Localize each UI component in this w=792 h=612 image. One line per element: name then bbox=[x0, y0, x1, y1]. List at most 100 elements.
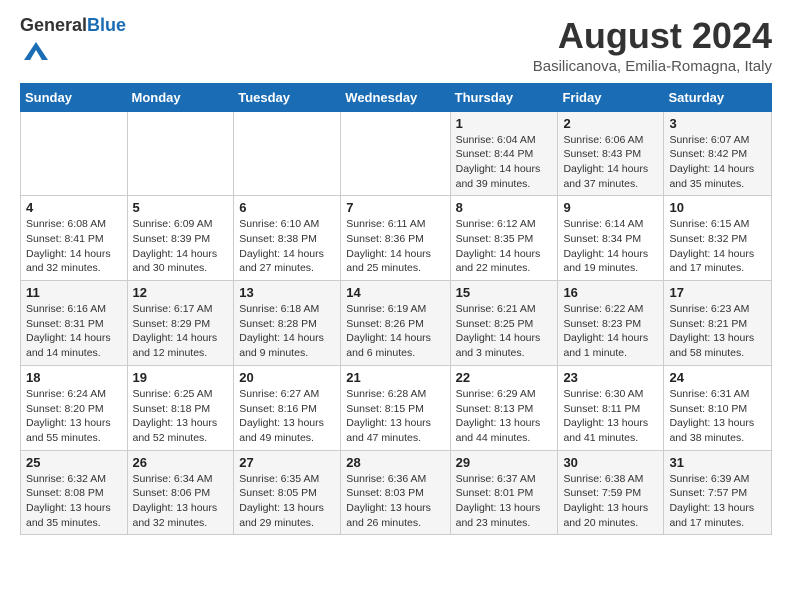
day-info: Sunrise: 6:14 AMSunset: 8:34 PMDaylight:… bbox=[563, 217, 658, 276]
day-info: Sunrise: 6:09 AMSunset: 8:39 PMDaylight:… bbox=[133, 217, 229, 276]
day-info: Sunrise: 6:21 AMSunset: 8:25 PMDaylight:… bbox=[456, 302, 553, 361]
table-row bbox=[127, 111, 234, 196]
table-row: 25 Sunrise: 6:32 AMSunset: 8:08 PMDayligh… bbox=[21, 450, 128, 535]
table-row: 9 Sunrise: 6:14 AMSunset: 8:34 PMDaylight… bbox=[558, 196, 664, 281]
table-row: 2Sunrise: 6:06 AMSunset: 8:43 PMDaylight… bbox=[558, 111, 664, 196]
header: GeneralBlue August 2024 Basilicanova, Em… bbox=[20, 16, 772, 75]
table-row: 1Sunrise: 6:04 AMSunset: 8:44 PMDaylight… bbox=[450, 111, 558, 196]
day-number: 5 bbox=[133, 200, 229, 215]
day-info: Sunrise: 6:37 AMSunset: 8:01 PMDaylight:… bbox=[456, 472, 553, 531]
col-thursday: Thursday bbox=[450, 83, 558, 111]
day-info: Sunrise: 6:35 AMSunset: 8:05 PMDaylight:… bbox=[239, 472, 335, 531]
table-row: 30 Sunrise: 6:38 AMSunset: 7:59 PMDayligh… bbox=[558, 450, 664, 535]
table-row: 24 Sunrise: 6:31 AMSunset: 8:10 PMDayligh… bbox=[664, 365, 772, 450]
day-info: Sunrise: 6:07 AMSunset: 8:42 PMDaylight:… bbox=[669, 133, 766, 192]
calendar-week-2: 4 Sunrise: 6:08 AMSunset: 8:41 PMDaylight… bbox=[21, 196, 772, 281]
day-info: Sunrise: 6:28 AMSunset: 8:15 PMDaylight:… bbox=[346, 387, 444, 446]
col-monday: Monday bbox=[127, 83, 234, 111]
day-number: 26 bbox=[133, 455, 229, 470]
day-info: Sunrise: 6:25 AMSunset: 8:18 PMDaylight:… bbox=[133, 387, 229, 446]
day-info: Sunrise: 6:34 AMSunset: 8:06 PMDaylight:… bbox=[133, 472, 229, 531]
day-number: 13 bbox=[239, 285, 335, 300]
day-number: 28 bbox=[346, 455, 444, 470]
table-row bbox=[234, 111, 341, 196]
day-info: Sunrise: 6:12 AMSunset: 8:35 PMDaylight:… bbox=[456, 217, 553, 276]
day-info: Sunrise: 6:38 AMSunset: 7:59 PMDaylight:… bbox=[563, 472, 658, 531]
logo: GeneralBlue bbox=[20, 16, 126, 69]
logo-icon bbox=[22, 36, 50, 64]
day-info: Sunrise: 6:19 AMSunset: 8:26 PMDaylight:… bbox=[346, 302, 444, 361]
day-number: 18 bbox=[26, 370, 122, 385]
day-number: 2 bbox=[563, 116, 658, 131]
table-row: 12Sunrise: 6:17 AMSunset: 8:29 PMDayligh… bbox=[127, 281, 234, 366]
table-row: 13Sunrise: 6:18 AMSunset: 8:28 PMDayligh… bbox=[234, 281, 341, 366]
day-info: Sunrise: 6:24 AMSunset: 8:20 PMDaylight:… bbox=[26, 387, 122, 446]
day-info: Sunrise: 6:36 AMSunset: 8:03 PMDaylight:… bbox=[346, 472, 444, 531]
table-row bbox=[21, 111, 128, 196]
location: Basilicanova, Emilia-Romagna, Italy bbox=[533, 58, 772, 75]
table-row: 20Sunrise: 6:27 AMSunset: 8:16 PMDayligh… bbox=[234, 365, 341, 450]
day-number: 4 bbox=[26, 200, 122, 215]
day-number: 11 bbox=[26, 285, 122, 300]
table-row: 15 Sunrise: 6:21 AMSunset: 8:25 PMDayligh… bbox=[450, 281, 558, 366]
table-row: 4 Sunrise: 6:08 AMSunset: 8:41 PMDaylight… bbox=[21, 196, 128, 281]
day-info: Sunrise: 6:32 AMSunset: 8:08 PMDaylight:… bbox=[26, 472, 122, 531]
day-number: 24 bbox=[669, 370, 766, 385]
table-row: 21 Sunrise: 6:28 AMSunset: 8:15 PMDayligh… bbox=[341, 365, 450, 450]
calendar-header-row: Sunday Monday Tuesday Wednesday Thursday… bbox=[21, 83, 772, 111]
day-number: 8 bbox=[456, 200, 553, 215]
day-number: 23 bbox=[563, 370, 658, 385]
day-number: 22 bbox=[456, 370, 553, 385]
table-row: 19Sunrise: 6:25 AMSunset: 8:18 PMDayligh… bbox=[127, 365, 234, 450]
table-row: 8 Sunrise: 6:12 AMSunset: 8:35 PMDaylight… bbox=[450, 196, 558, 281]
day-number: 29 bbox=[456, 455, 553, 470]
table-row: 14Sunrise: 6:19 AMSunset: 8:26 PMDayligh… bbox=[341, 281, 450, 366]
day-number: 9 bbox=[563, 200, 658, 215]
table-row: 31Sunrise: 6:39 AMSunset: 7:57 PMDayligh… bbox=[664, 450, 772, 535]
day-info: Sunrise: 6:15 AMSunset: 8:32 PMDaylight:… bbox=[669, 217, 766, 276]
calendar-table: Sunday Monday Tuesday Wednesday Thursday… bbox=[20, 83, 772, 536]
table-row: 11 Sunrise: 6:16 AMSunset: 8:31 PMDayligh… bbox=[21, 281, 128, 366]
table-row: 28 Sunrise: 6:36 AMSunset: 8:03 PMDayligh… bbox=[341, 450, 450, 535]
day-info: Sunrise: 6:22 AMSunset: 8:23 PMDaylight:… bbox=[563, 302, 658, 361]
calendar-week-4: 18 Sunrise: 6:24 AMSunset: 8:20 PMDayligh… bbox=[21, 365, 772, 450]
day-number: 7 bbox=[346, 200, 444, 215]
day-number: 10 bbox=[669, 200, 766, 215]
table-row: 22Sunrise: 6:29 AMSunset: 8:13 PMDayligh… bbox=[450, 365, 558, 450]
day-number: 25 bbox=[26, 455, 122, 470]
table-row: 10 Sunrise: 6:15 AMSunset: 8:32 PMDayligh… bbox=[664, 196, 772, 281]
calendar-week-5: 25 Sunrise: 6:32 AMSunset: 8:08 PMDayligh… bbox=[21, 450, 772, 535]
table-row: 29 Sunrise: 6:37 AMSunset: 8:01 PMDayligh… bbox=[450, 450, 558, 535]
logo-text: GeneralBlue bbox=[20, 16, 126, 36]
day-number: 31 bbox=[669, 455, 766, 470]
table-row: 16 Sunrise: 6:22 AMSunset: 8:23 PMDayligh… bbox=[558, 281, 664, 366]
day-number: 30 bbox=[563, 455, 658, 470]
day-number: 27 bbox=[239, 455, 335, 470]
day-number: 21 bbox=[346, 370, 444, 385]
day-info: Sunrise: 6:27 AMSunset: 8:16 PMDaylight:… bbox=[239, 387, 335, 446]
day-info: Sunrise: 6:10 AMSunset: 8:38 PMDaylight:… bbox=[239, 217, 335, 276]
table-row: 27 Sunrise: 6:35 AMSunset: 8:05 PMDayligh… bbox=[234, 450, 341, 535]
table-row: 6Sunrise: 6:10 AMSunset: 8:38 PMDaylight… bbox=[234, 196, 341, 281]
day-info: Sunrise: 6:23 AMSunset: 8:21 PMDaylight:… bbox=[669, 302, 766, 361]
table-row: 23Sunrise: 6:30 AMSunset: 8:11 PMDayligh… bbox=[558, 365, 664, 450]
calendar-week-1: 1Sunrise: 6:04 AMSunset: 8:44 PMDaylight… bbox=[21, 111, 772, 196]
day-info: Sunrise: 6:31 AMSunset: 8:10 PMDaylight:… bbox=[669, 387, 766, 446]
logo-blue: Blue bbox=[87, 15, 126, 35]
table-row: 7Sunrise: 6:11 AMSunset: 8:36 PMDaylight… bbox=[341, 196, 450, 281]
table-row bbox=[341, 111, 450, 196]
day-info: Sunrise: 6:04 AMSunset: 8:44 PMDaylight:… bbox=[456, 133, 553, 192]
day-info: Sunrise: 6:08 AMSunset: 8:41 PMDaylight:… bbox=[26, 217, 122, 276]
day-number: 15 bbox=[456, 285, 553, 300]
page: GeneralBlue August 2024 Basilicanova, Em… bbox=[0, 0, 792, 551]
table-row: 5 Sunrise: 6:09 AMSunset: 8:39 PMDaylight… bbox=[127, 196, 234, 281]
col-saturday: Saturday bbox=[664, 83, 772, 111]
day-number: 16 bbox=[563, 285, 658, 300]
col-sunday: Sunday bbox=[21, 83, 128, 111]
table-row: 26 Sunrise: 6:34 AMSunset: 8:06 PMDayligh… bbox=[127, 450, 234, 535]
col-wednesday: Wednesday bbox=[341, 83, 450, 111]
day-info: Sunrise: 6:17 AMSunset: 8:29 PMDaylight:… bbox=[133, 302, 229, 361]
month-year: August 2024 bbox=[533, 16, 772, 56]
table-row: 3Sunrise: 6:07 AMSunset: 8:42 PMDaylight… bbox=[664, 111, 772, 196]
day-info: Sunrise: 6:16 AMSunset: 8:31 PMDaylight:… bbox=[26, 302, 122, 361]
